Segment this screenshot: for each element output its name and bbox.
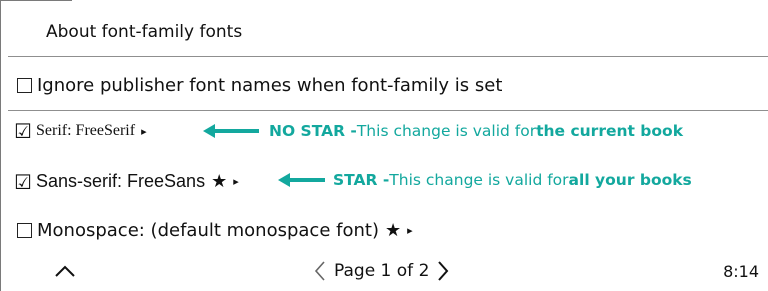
submenu-arrow-icon: ▸ [141, 124, 147, 138]
menu-item-sans-serif[interactable]: ☑ Sans-serif: FreeSans ★ ▸ [14, 171, 239, 192]
annotation-no-star: NO STAR - This change is valid for the c… [203, 122, 683, 140]
checkbox-checked-icon[interactable]: ☑ [14, 121, 32, 141]
annotation-head: STAR - [333, 171, 390, 189]
footer: Page 1 of 2 8:14 [0, 260, 768, 288]
menu-item-serif[interactable]: ☑ Serif: FreeSerif ▸ [14, 121, 147, 141]
menu-item-label: Ignore publisher font names when font-fa… [37, 75, 503, 96]
page-label[interactable]: Page 1 of 2 [334, 261, 429, 281]
chevron-up-icon[interactable] [54, 264, 76, 278]
menu-item-label: Serif: FreeSerif [36, 122, 136, 139]
menu-item-monospace[interactable]: Monospace: (default monospace font) ★ ▸ [15, 220, 413, 241]
menu-item-ignore-publisher-fonts[interactable]: Ignore publisher font names when font-fa… [15, 75, 502, 96]
annotation-text: This change is valid for [389, 171, 569, 189]
annotation-text: This change is valid for [356, 122, 537, 140]
star-icon: ★ [211, 171, 228, 192]
annotation-emphasis: all your books [568, 171, 692, 189]
menu-item-label: Sans-serif: FreeSans [36, 171, 206, 191]
annotation-head: NO STAR - [269, 122, 357, 140]
submenu-arrow-icon: ▸ [233, 175, 239, 188]
checkbox-unchecked-icon[interactable] [17, 223, 32, 238]
divider [8, 56, 768, 57]
star-icon: ★ [384, 220, 402, 241]
frame-top-edge [0, 0, 72, 1]
chevron-left-icon[interactable] [314, 260, 326, 282]
arrow-left-icon [278, 173, 325, 187]
submenu-arrow-icon: ▸ [407, 224, 413, 237]
chevron-right-icon[interactable] [437, 260, 449, 282]
annotation-emphasis: the current book [536, 122, 684, 140]
divider [8, 110, 768, 111]
menu-item-label: Monospace: (default monospace font) [37, 220, 379, 241]
annotation-star: STAR - This change is valid for all your… [278, 171, 692, 189]
checkbox-unchecked-icon[interactable] [17, 78, 32, 93]
menu-title[interactable]: About font-family fonts [46, 20, 242, 44]
pagination: Page 1 of 2 [314, 260, 449, 282]
checkbox-checked-icon[interactable]: ☑ [14, 172, 32, 192]
arrow-left-icon [203, 124, 259, 138]
clock: 8:14 [723, 262, 759, 281]
